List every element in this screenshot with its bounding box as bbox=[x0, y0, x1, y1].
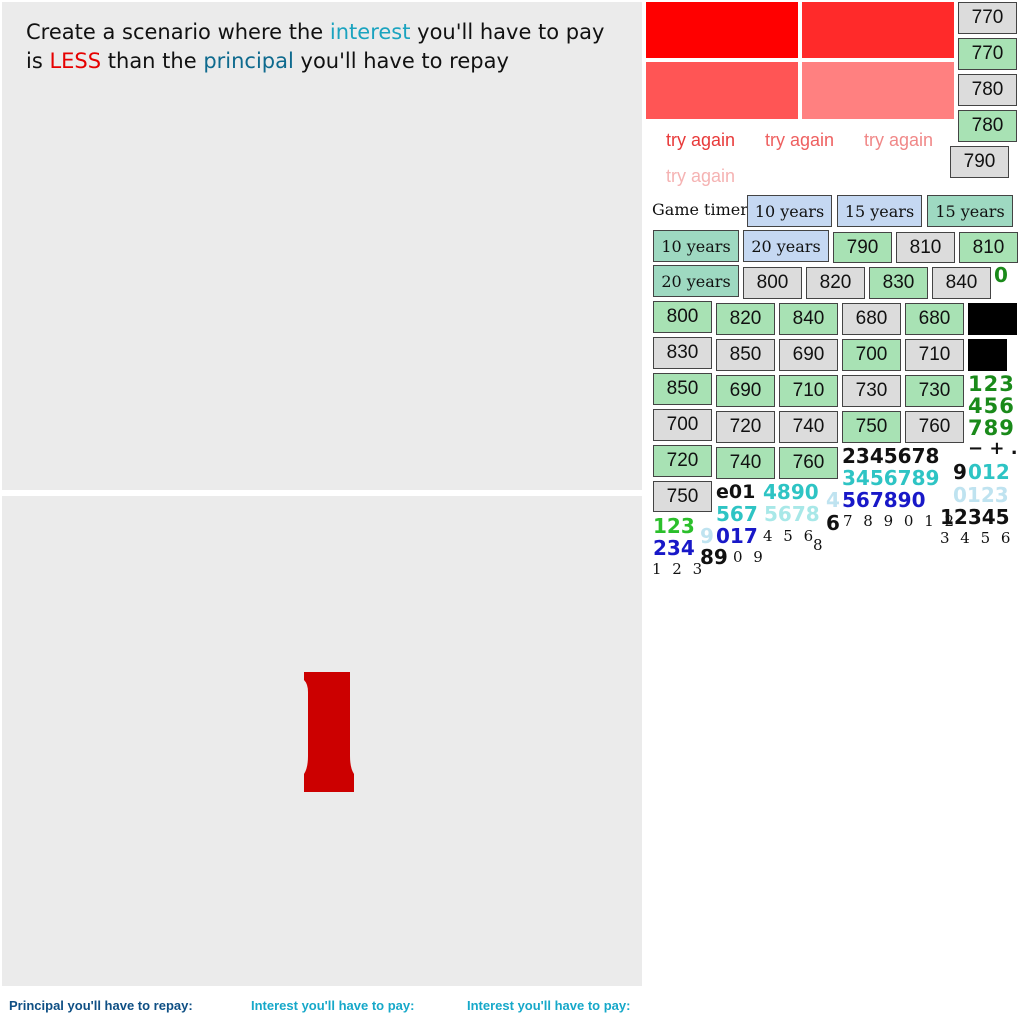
timer-option[interactable]: 20 years bbox=[743, 230, 829, 262]
timer-option[interactable]: 15 years bbox=[837, 195, 922, 227]
timer-option[interactable]: 20 years bbox=[653, 265, 739, 297]
digit-sprite: 89 bbox=[700, 545, 728, 569]
score-tile[interactable]: 830 bbox=[869, 267, 928, 299]
digit-sprite: 4890 bbox=[763, 480, 819, 504]
digit-sprite: 9 bbox=[700, 524, 714, 548]
score-tile[interactable]: 840 bbox=[932, 267, 991, 299]
color-swatch[interactable] bbox=[646, 2, 798, 58]
timer-option[interactable]: 10 years bbox=[653, 230, 739, 262]
digit-sprite: 5678 bbox=[764, 502, 820, 526]
digit-sprite: 789 bbox=[968, 416, 1015, 440]
score-tile[interactable]: 750 bbox=[653, 481, 712, 512]
interest-label: Interest you'll have to pay: bbox=[467, 998, 631, 1013]
score-tile[interactable]: 780 bbox=[958, 74, 1017, 106]
score-tile[interactable]: 680 bbox=[842, 303, 901, 335]
digit-sprite: 12345 bbox=[940, 505, 1010, 529]
digit-sprite: 123 bbox=[653, 514, 695, 538]
score-tile[interactable]: 680 bbox=[905, 303, 964, 335]
digit-sprite: 234 bbox=[653, 536, 695, 560]
digit-sprite: 6 bbox=[826, 511, 840, 535]
score-tile[interactable]: 770 bbox=[958, 2, 1017, 34]
score-tile[interactable]: 690 bbox=[779, 339, 838, 371]
score-tile[interactable]: 720 bbox=[716, 411, 775, 443]
try-again-link[interactable]: try again bbox=[765, 130, 834, 151]
digit-sprite: 2345678 bbox=[842, 444, 940, 468]
score-tile[interactable]: 850 bbox=[653, 373, 712, 405]
score-tile[interactable]: 840 bbox=[779, 303, 838, 335]
color-swatch[interactable] bbox=[646, 62, 798, 119]
score-tile[interactable]: 740 bbox=[779, 411, 838, 443]
score-tile[interactable]: 810 bbox=[896, 232, 955, 263]
score-tile[interactable]: 700 bbox=[653, 409, 712, 441]
score-tile[interactable]: 690 bbox=[716, 375, 775, 407]
score-tile[interactable]: 730 bbox=[842, 375, 901, 407]
score-tile[interactable]: 790 bbox=[833, 232, 892, 263]
instruction-text: Create a scenario where the interest you… bbox=[26, 20, 605, 73]
digit-sprite: 8 bbox=[813, 536, 826, 554]
digit-sprite: 017 bbox=[716, 524, 758, 548]
score-tile[interactable]: 830 bbox=[653, 337, 712, 369]
score-tile[interactable]: 810 bbox=[959, 232, 1018, 263]
principal-label: Principal you'll have to repay: bbox=[9, 998, 193, 1013]
digit-sprite: 1 2 3 bbox=[652, 560, 706, 578]
interest-label: Interest you'll have to pay: bbox=[251, 998, 415, 1013]
digit-sprite: e01 bbox=[716, 481, 756, 503]
interest-highlight: interest bbox=[329, 20, 411, 44]
try-again-link[interactable]: try again bbox=[666, 166, 735, 187]
score-tile[interactable]: 790 bbox=[950, 146, 1009, 178]
timer-option[interactable]: 15 years bbox=[927, 195, 1013, 227]
digit-sprite: 567890 bbox=[842, 488, 926, 512]
score-tile[interactable]: 760 bbox=[905, 411, 964, 443]
black-block bbox=[968, 303, 1017, 335]
digit-sprite: 3 4 5 6 7 bbox=[940, 529, 1020, 547]
try-again-link[interactable]: try again bbox=[666, 130, 735, 151]
digit-sprite: − + . bbox=[968, 438, 1018, 459]
game-timer-label: Game timer: bbox=[652, 200, 754, 219]
color-swatch[interactable] bbox=[802, 62, 954, 119]
score-tile[interactable]: 740 bbox=[716, 447, 775, 479]
score-tile[interactable]: 800 bbox=[743, 267, 802, 299]
digit-sprite: 3456789 bbox=[842, 466, 940, 490]
score-tile[interactable]: 800 bbox=[653, 301, 712, 333]
digit-sprite: 9 bbox=[953, 460, 967, 484]
score-tile[interactable]: 820 bbox=[806, 267, 865, 299]
black-block bbox=[968, 339, 1007, 371]
score-tile[interactable]: 850 bbox=[716, 339, 775, 371]
score-tile[interactable]: 760 bbox=[779, 447, 838, 479]
digit-sprite: 0 9 bbox=[733, 548, 766, 566]
principal-highlight: principal bbox=[203, 49, 294, 73]
score-tile[interactable]: 750 bbox=[842, 411, 901, 443]
scenario-panel: Create a scenario where the interest you… bbox=[2, 2, 642, 490]
score-tile[interactable]: 820 bbox=[716, 303, 775, 335]
timer-option[interactable]: 10 years bbox=[747, 195, 832, 227]
score-tile[interactable]: 770 bbox=[958, 38, 1017, 70]
score-tile[interactable]: 700 bbox=[842, 339, 901, 371]
score-tile[interactable]: 720 bbox=[653, 445, 712, 477]
score-tile[interactable]: 730 bbox=[905, 375, 964, 407]
digit-sprite: 4 5 6 bbox=[763, 527, 817, 545]
digit-sprite: 4 bbox=[826, 488, 840, 512]
color-swatch[interactable] bbox=[802, 2, 954, 58]
score-tile[interactable]: 710 bbox=[779, 375, 838, 407]
principal-pillar[interactable] bbox=[303, 672, 355, 792]
digit-sprite: 0123 bbox=[953, 483, 1009, 507]
digit-sprite: 012 bbox=[968, 460, 1010, 484]
score-tile[interactable]: 710 bbox=[905, 339, 964, 371]
digit-sprite: 456 bbox=[968, 394, 1015, 418]
score-tile[interactable]: 780 bbox=[958, 110, 1017, 142]
less-highlight: LESS bbox=[49, 49, 102, 73]
digit-sprite: 0 bbox=[994, 263, 1008, 287]
digit-sprite: 567 bbox=[716, 502, 758, 526]
digit-sprite: 123 bbox=[968, 372, 1015, 396]
try-again-link[interactable]: try again bbox=[864, 130, 933, 151]
